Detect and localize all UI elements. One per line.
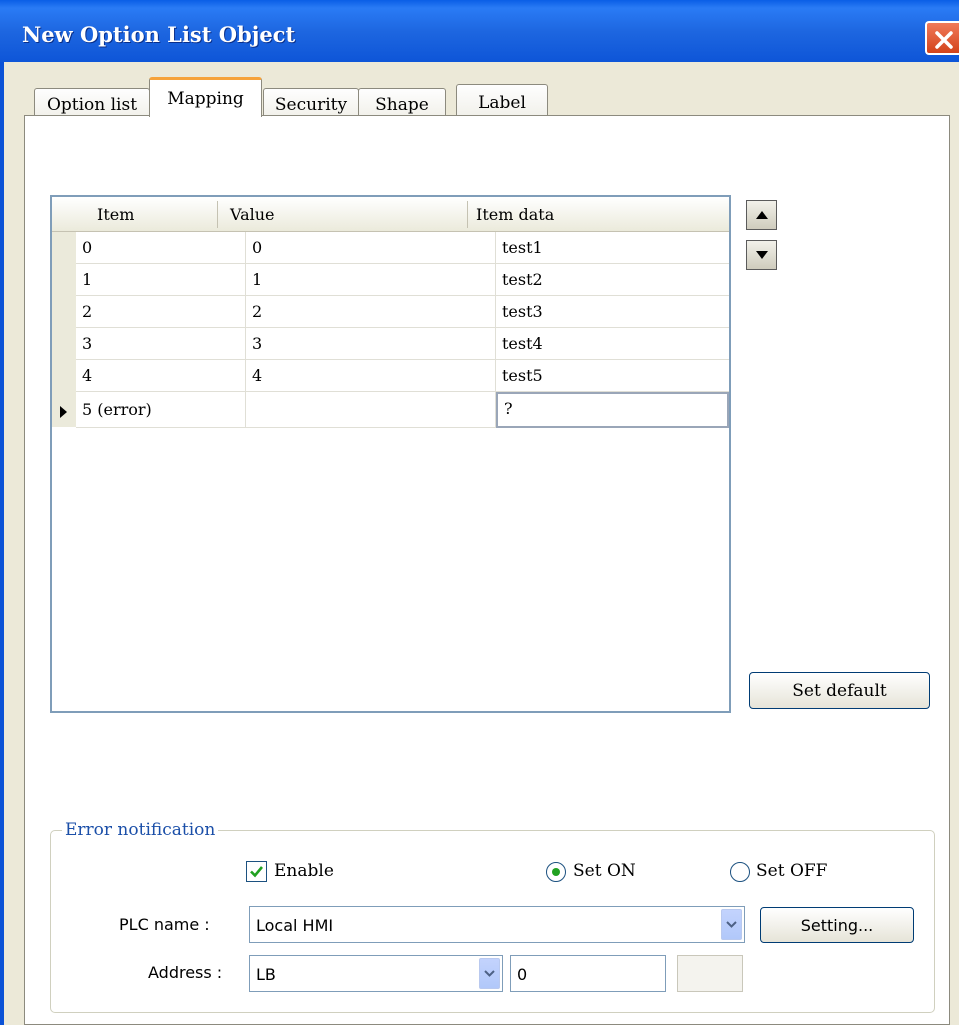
enable-checkbox[interactable] <box>246 861 267 882</box>
address-value-text: 0 <box>517 965 528 984</box>
arrow-down-icon <box>755 251 768 259</box>
chevron-down-icon[interactable] <box>479 958 500 989</box>
set-default-label: Set default <box>792 680 887 701</box>
cell-item[interactable]: 4 <box>76 360 246 392</box>
row-header-column <box>52 232 76 427</box>
chevron-down-icon[interactable] <box>721 909 742 940</box>
cell-item-data[interactable]: test2 <box>496 264 729 296</box>
grid-header: Item Value Item data <box>52 197 729 232</box>
cell-item-data[interactable]: test5 <box>496 360 729 392</box>
move-up-button[interactable] <box>746 200 777 230</box>
move-down-button[interactable] <box>746 240 777 270</box>
cell-item[interactable]: 5 (error) <box>76 392 246 428</box>
set-default-button[interactable]: Set default <box>749 672 930 709</box>
setting-button-label: Setting... <box>800 915 874 935</box>
tab-label: Option list <box>46 94 138 115</box>
address-value-input[interactable]: 0 <box>510 955 666 992</box>
close-button[interactable] <box>925 21 959 55</box>
table-row[interactable]: 4 4 test5 <box>76 360 729 392</box>
column-header-item[interactable]: Item <box>97 205 134 224</box>
tab-mapping[interactable]: Mapping <box>149 77 262 117</box>
cell-item[interactable]: 0 <box>76 232 246 264</box>
cell-value[interactable] <box>246 392 496 428</box>
cell-value[interactable]: 3 <box>246 328 496 360</box>
cell-item-data[interactable]: test3 <box>496 296 729 328</box>
table-row[interactable]: 0 0 test1 <box>76 232 729 264</box>
set-off-radio[interactable] <box>730 862 750 882</box>
arrow-up-icon <box>755 211 768 219</box>
current-row-indicator-icon <box>60 406 67 418</box>
column-header-item-data[interactable]: Item data <box>476 205 554 224</box>
column-header-value[interactable]: Value <box>230 205 275 224</box>
plc-name-dropdown[interactable]: Local HMI <box>249 906 745 943</box>
cell-item[interactable]: 3 <box>76 328 246 360</box>
tab-label: Mapping <box>167 88 244 109</box>
cell-item[interactable]: 1 <box>76 264 246 296</box>
error-notification-title: Error notification <box>62 820 219 840</box>
table-row[interactable]: 3 3 test4 <box>76 328 729 360</box>
address-device-dropdown[interactable]: LB <box>249 955 503 992</box>
set-on-label: Set ON <box>573 861 636 881</box>
setting-button[interactable]: Setting... <box>760 907 914 943</box>
address-label: Address : <box>148 963 223 982</box>
cell-item-data[interactable]: test4 <box>496 328 729 360</box>
address-device-value: LB <box>256 965 276 984</box>
mapping-grid[interactable]: Item Value Item data 0 0 test1 1 1 test2… <box>50 195 731 713</box>
radio-selected-dot <box>552 868 560 876</box>
cell-value[interactable]: 1 <box>246 264 496 296</box>
tab-label: Security <box>274 94 348 115</box>
cell-item-data[interactable]: test1 <box>496 232 729 264</box>
cell-value[interactable]: 2 <box>246 296 496 328</box>
enable-label: Enable <box>274 861 334 881</box>
set-off-label: Set OFF <box>756 861 828 881</box>
address-extra-field <box>677 955 743 992</box>
set-on-radio[interactable] <box>546 862 566 882</box>
tab-label: Shape <box>375 94 429 115</box>
plc-name-label: PLC name : <box>119 915 210 934</box>
cell-value[interactable]: 0 <box>246 232 496 264</box>
table-row[interactable]: 2 2 test3 <box>76 296 729 328</box>
cell-item[interactable]: 2 <box>76 296 246 328</box>
tab-label: Label <box>478 92 526 113</box>
plc-name-value: Local HMI <box>256 916 334 935</box>
checkmark-icon <box>250 866 264 878</box>
table-row-error[interactable]: 5 (error) ? <box>76 392 729 428</box>
cell-value[interactable]: 4 <box>246 360 496 392</box>
cell-item-data-editor[interactable]: ? <box>496 392 729 428</box>
close-icon <box>935 31 953 49</box>
table-row[interactable]: 1 1 test2 <box>76 264 729 296</box>
window-title: New Option List Object <box>22 22 296 47</box>
